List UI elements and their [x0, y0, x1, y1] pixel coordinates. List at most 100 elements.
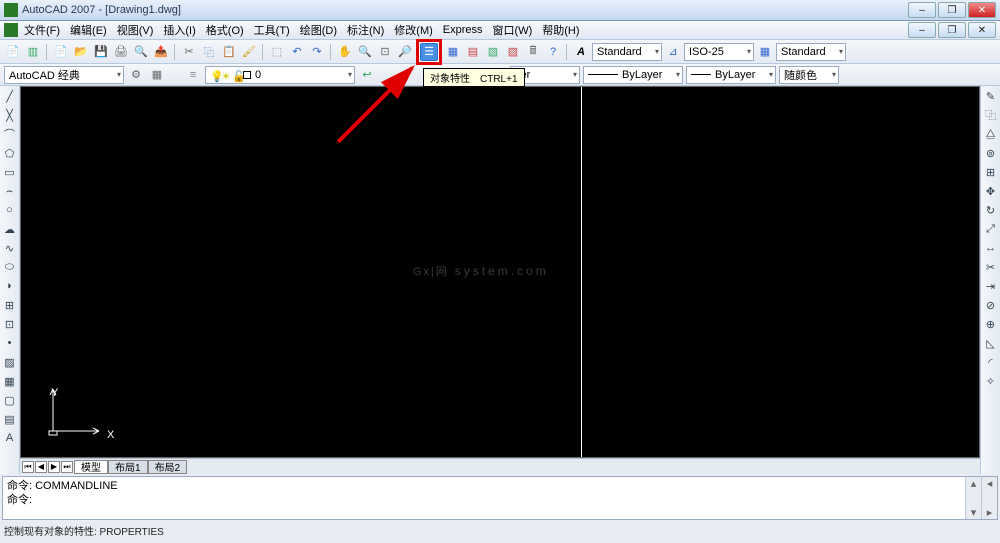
- qnew-icon[interactable]: 📄: [52, 43, 70, 61]
- lineweight-dropdown[interactable]: ByLayer: [686, 66, 776, 84]
- open-icon[interactable]: 📂: [72, 43, 90, 61]
- circle-icon[interactable]: ○: [2, 202, 18, 218]
- maximize-button[interactable]: ❐: [938, 2, 966, 18]
- textstyle-icon[interactable]: A: [572, 43, 590, 61]
- match-icon[interactable]: 🖌: [240, 43, 258, 61]
- dimstyle-dropdown[interactable]: ISO-25: [684, 43, 754, 61]
- fillet-icon[interactable]: ◜: [983, 354, 999, 370]
- menu-draw[interactable]: 绘图(D): [300, 22, 337, 38]
- tool-palette-icon[interactable]: ▤: [464, 43, 482, 61]
- command-scrollbar[interactable]: ▴▾: [965, 477, 981, 519]
- menu-express[interactable]: Express: [443, 24, 483, 36]
- paste-icon[interactable]: 📋: [220, 43, 238, 61]
- explode-icon[interactable]: ✧: [983, 373, 999, 389]
- rotate-icon[interactable]: ↻: [983, 202, 999, 218]
- sheet-set-icon[interactable]: ▧: [484, 43, 502, 61]
- break-icon[interactable]: ⊘: [983, 297, 999, 313]
- xline-icon[interactable]: ╳: [2, 107, 18, 123]
- ellipse-icon[interactable]: ⬭: [2, 259, 18, 275]
- revcloud-icon[interactable]: ☁: [2, 221, 18, 237]
- tablestyle-dropdown[interactable]: Standard: [776, 43, 846, 61]
- extend-icon[interactable]: ⇥: [983, 278, 999, 294]
- menu-dimension[interactable]: 标注(N): [347, 22, 384, 38]
- zoom-rt-icon[interactable]: 🔍: [356, 43, 374, 61]
- minimize-button[interactable]: –: [908, 2, 936, 18]
- menu-format[interactable]: 格式(O): [206, 22, 244, 38]
- doc-close-button[interactable]: ✕: [968, 22, 996, 38]
- ellipse-arc-icon[interactable]: ◗: [2, 278, 18, 294]
- tab-last-icon[interactable]: ⏭: [61, 461, 73, 473]
- move-icon[interactable]: ✥: [983, 183, 999, 199]
- new-icon[interactable]: 📄: [4, 43, 22, 61]
- tab-first-icon[interactable]: ⏮: [22, 461, 34, 473]
- offset-icon[interactable]: ⊚: [983, 145, 999, 161]
- line-icon[interactable]: ╱: [2, 88, 18, 104]
- tab-layout1[interactable]: 布局1: [108, 460, 148, 474]
- table-icon[interactable]: ▤: [2, 411, 18, 427]
- arc-icon[interactable]: ⌢: [2, 183, 18, 199]
- point-icon[interactable]: •: [2, 335, 18, 351]
- undo-icon[interactable]: ↶: [288, 43, 306, 61]
- menu-modify[interactable]: 修改(M): [394, 22, 433, 38]
- plotstyle-dropdown[interactable]: 随颜色: [779, 66, 839, 84]
- zoom-win-icon[interactable]: ⊡: [376, 43, 394, 61]
- drawing-canvas[interactable]: Gx|网system.com Y X: [20, 86, 980, 458]
- textstyle-dropdown[interactable]: Standard: [592, 43, 662, 61]
- workspace-settings-icon[interactable]: ⚙: [127, 66, 145, 84]
- pline-icon[interactable]: ⌒: [2, 126, 18, 142]
- menu-insert[interactable]: 插入(I): [163, 22, 195, 38]
- command-prompt[interactable]: 命令:: [7, 493, 961, 507]
- menu-view[interactable]: 视图(V): [117, 22, 154, 38]
- make-block-icon[interactable]: ⊡: [2, 316, 18, 332]
- preview-icon[interactable]: 🔍: [132, 43, 150, 61]
- doc-restore-button[interactable]: ❐: [938, 22, 966, 38]
- tab-model[interactable]: 模型: [74, 460, 108, 474]
- stretch-icon[interactable]: ↔: [983, 240, 999, 256]
- help-icon[interactable]: ?: [544, 43, 562, 61]
- trim-icon[interactable]: ✂: [983, 259, 999, 275]
- cut-icon[interactable]: ✂: [180, 43, 198, 61]
- array-icon[interactable]: ⊞: [983, 164, 999, 180]
- join-icon[interactable]: ⊕: [983, 316, 999, 332]
- erase-icon[interactable]: ✎: [983, 88, 999, 104]
- menu-tools[interactable]: 工具(T): [254, 22, 290, 38]
- workspace-dropdown[interactable]: AutoCAD 经典: [4, 66, 124, 84]
- rectangle-icon[interactable]: ▭: [2, 164, 18, 180]
- sheet-icon[interactable]: ▥: [24, 43, 42, 61]
- copy-obj-icon[interactable]: ⿻: [983, 107, 999, 123]
- layer-dropdown[interactable]: 💡 ☀ 🔓 0: [205, 66, 355, 84]
- markup-icon[interactable]: ▨: [504, 43, 522, 61]
- command-scrollbar-h[interactable]: ◂▸: [981, 477, 997, 519]
- gradient-icon[interactable]: ▦: [2, 373, 18, 389]
- hatch-icon[interactable]: ▨: [2, 354, 18, 370]
- polygon-icon[interactable]: ⬠: [2, 145, 18, 161]
- dimstyle-icon[interactable]: ⊿: [664, 43, 682, 61]
- calc-icon[interactable]: 🖩: [524, 43, 542, 61]
- region-icon[interactable]: ▢: [2, 392, 18, 408]
- menu-window[interactable]: 窗口(W): [493, 22, 533, 38]
- scale-icon[interactable]: ⤢: [983, 221, 999, 237]
- tablestyle-icon[interactable]: ▦: [756, 43, 774, 61]
- pan-icon[interactable]: ✋: [336, 43, 354, 61]
- tab-layout2[interactable]: 布局2: [148, 460, 188, 474]
- insert-block-icon[interactable]: ⊞: [2, 297, 18, 313]
- redo-icon[interactable]: ↷: [308, 43, 326, 61]
- menu-help[interactable]: 帮助(H): [542, 22, 579, 38]
- mtext-icon[interactable]: A: [2, 430, 18, 446]
- block-icon[interactable]: ⬚: [268, 43, 286, 61]
- spline-icon[interactable]: ∿: [2, 240, 18, 256]
- tab-next-icon[interactable]: ▶: [48, 461, 60, 473]
- plot-icon[interactable]: 🖨: [112, 43, 130, 61]
- design-center-icon[interactable]: ▦: [444, 43, 462, 61]
- workspace-lock-icon[interactable]: ▦: [148, 66, 166, 84]
- menu-file[interactable]: 文件(F): [24, 22, 60, 38]
- chamfer-icon[interactable]: ◺: [983, 335, 999, 351]
- publish-icon[interactable]: 📤: [152, 43, 170, 61]
- zoom-prev-icon[interactable]: 🔎: [396, 43, 414, 61]
- save-icon[interactable]: 💾: [92, 43, 110, 61]
- mirror-icon[interactable]: ⧋: [983, 126, 999, 142]
- close-button[interactable]: ✕: [968, 2, 996, 18]
- layer-prev-icon[interactable]: ↩: [358, 66, 376, 84]
- layer-manager-icon[interactable]: ≡: [184, 66, 202, 84]
- properties-icon[interactable]: ☰: [420, 43, 438, 61]
